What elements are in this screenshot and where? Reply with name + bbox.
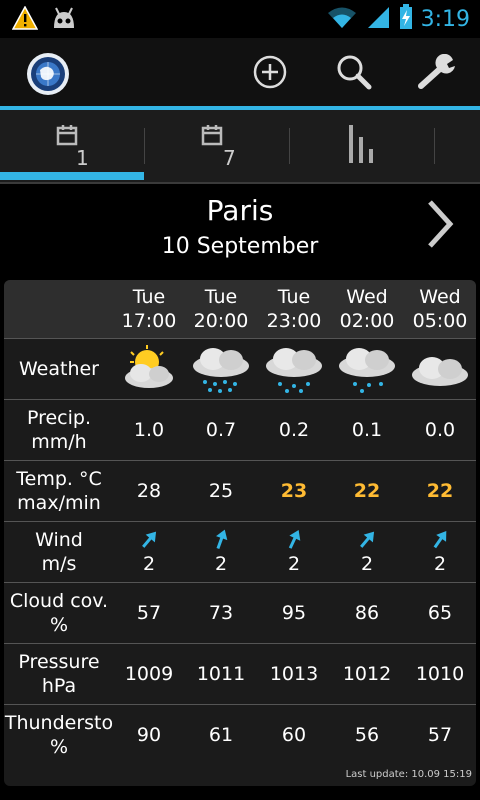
table-cell: 0.2: [278, 419, 310, 441]
tab-7-number: 7: [223, 146, 236, 170]
tab-selected-indicator: [0, 172, 144, 180]
table-cell: 2: [332, 522, 402, 582]
chevron-right-icon: [420, 200, 460, 254]
forecast-date: 10 September: [161, 234, 319, 259]
table-cell: 28: [136, 480, 162, 502]
settings-wrench-icon: [417, 53, 461, 94]
column-header: Tue 17:00: [121, 286, 177, 332]
row-label: Thundersto%: [4, 712, 114, 758]
row-label: Weather: [19, 358, 99, 380]
rain-cloud-icon: [259, 339, 329, 399]
table-cell: 61: [208, 724, 234, 746]
last-update-text: Last update: 10.09 15:19: [345, 769, 472, 780]
table-cell: 2: [405, 522, 475, 582]
table-cell: 60: [281, 724, 307, 746]
action-bar: [0, 38, 480, 106]
partly-sunny-cloud-icon: [114, 339, 184, 399]
table-cell-warm: 22: [426, 480, 454, 502]
table-header: Tue 17:00 Tue 20:00 Tue 23:00 Wed 02:00 Wed 0…: [4, 280, 476, 338]
wind-arrow-icon: [288, 530, 301, 549]
table-cell: 57: [136, 602, 162, 624]
tab-chart[interactable]: [290, 110, 434, 182]
table-cell: 1011: [196, 663, 246, 685]
pressure-row: Pressure hPa 1009 1011 1013 1012 1010: [4, 643, 476, 704]
add-icon: [252, 54, 288, 94]
settings-button[interactable]: [416, 53, 462, 94]
table-cell: 2: [114, 522, 184, 582]
table-cell: 1.0: [133, 419, 165, 441]
row-label: Pressure hPa: [18, 651, 100, 697]
tab-bar: 1 7: [0, 110, 480, 184]
table-cell: 1012: [342, 663, 392, 685]
table-cell: 86: [354, 602, 380, 624]
table-cell: 25: [208, 480, 234, 502]
wifi-icon: [327, 5, 357, 33]
temperature-row: Temp. °C max/min 28 25 23 22 22: [4, 460, 476, 521]
table-cell: 0.7: [205, 419, 237, 441]
android-robot-icon: [50, 6, 78, 34]
signal-icon: [365, 5, 391, 33]
warning-icon: [11, 5, 39, 34]
table-cell: 2: [259, 522, 329, 582]
calendar-icon: [56, 124, 78, 150]
tab-separator: [434, 128, 435, 164]
wind-arrow-icon: [142, 531, 157, 548]
table-cell: 90: [136, 724, 162, 746]
table-cell: 1013: [269, 663, 319, 685]
search-button[interactable]: [334, 54, 374, 94]
table-cell: 1010: [415, 663, 465, 685]
rain-cloud-icon: [186, 339, 256, 399]
tab-7-days[interactable]: 7: [145, 110, 289, 182]
table-cell: 56: [354, 724, 380, 746]
calendar-icon: [201, 124, 223, 150]
rain-cloud-icon: [332, 339, 402, 399]
status-bar: 3:19: [0, 0, 480, 38]
wind-arrow-icon: [360, 531, 375, 548]
table-cell: 95: [281, 602, 307, 624]
table-cell: 0.0: [424, 419, 456, 441]
column-header: Wed 02:00: [339, 286, 395, 332]
weather-globe-logo[interactable]: [26, 52, 70, 96]
cloud-cover-row: Cloud cov.% 57 73 95 86 65: [4, 582, 476, 643]
row-label: Precip. mm/h: [26, 407, 92, 453]
thunderstorm-row: Thundersto% 90 61 60 56 57: [4, 704, 476, 765]
add-button[interactable]: [250, 54, 290, 94]
table-cell-warm: 22: [353, 480, 381, 502]
next-day-button[interactable]: [420, 198, 460, 250]
table-cell-warm: 23: [280, 480, 308, 502]
column-header: Tue 23:00: [266, 286, 322, 332]
city-name: Paris: [206, 194, 274, 227]
column-header: Wed 05:00: [412, 286, 468, 332]
row-label: Cloud cov.%: [9, 590, 109, 636]
column-header: Tue 20:00: [193, 286, 249, 332]
cloud-icon: [405, 339, 475, 399]
table-cell: 65: [427, 602, 453, 624]
battery-charging-icon: [399, 4, 413, 34]
clock-time: 3:19: [420, 6, 470, 32]
wind-arrow-icon: [216, 529, 228, 549]
table-cell: 2: [186, 522, 256, 582]
table-cell: 57: [427, 724, 453, 746]
row-label: Temp. °C max/min: [16, 468, 102, 514]
table-cell: 73: [208, 602, 234, 624]
forecast-table: Tue 17:00 Tue 20:00 Tue 23:00 Wed 02:00 Wed 0…: [4, 280, 476, 786]
tab-1-number: 1: [76, 146, 89, 170]
wind-row: Wind m/s 2 2 2 2 2: [4, 521, 476, 582]
bar-chart-icon: [347, 123, 377, 169]
table-cell: 0.1: [351, 419, 383, 441]
precip-row: Precip. mm/h 1.0 0.7 0.2 0.1 0.0: [4, 399, 476, 460]
table-cell: 1009: [124, 663, 174, 685]
wind-arrow-icon: [433, 530, 447, 549]
row-label: Wind m/s: [35, 529, 83, 575]
search-icon: [335, 53, 373, 95]
weather-row: Weather: [4, 338, 476, 399]
